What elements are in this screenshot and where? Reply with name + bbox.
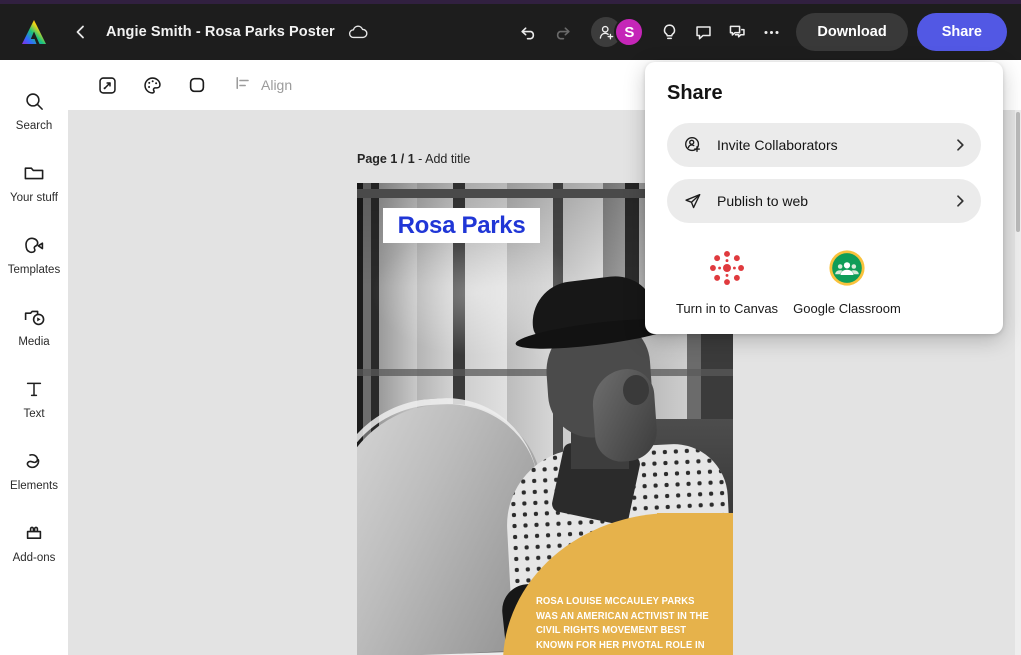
sidebar-item-label: Search [15,120,53,132]
publish-to-web-row[interactable]: Publish to web [667,179,981,223]
sidebar-item-elements[interactable]: Elements [0,434,68,506]
poster-title: Rosa Parks [397,211,526,239]
page-number: Page 1 / 1 [357,152,415,166]
comment-icon[interactable] [686,15,720,49]
sidebar-item-label: Templates [7,264,61,276]
search-icon [24,88,45,114]
google-classroom-tile[interactable]: Google Classroom [787,249,907,316]
redo-icon[interactable] [545,15,579,49]
poster-title-band[interactable]: Rosa Parks [383,208,540,243]
sidebar-item-text[interactable]: Text [0,362,68,434]
avatar[interactable]: S [614,17,645,47]
app-tile-label: Google Classroom [793,301,901,316]
page-title-placeholder[interactable]: - Add title [415,152,470,166]
canvas-logo-icon [708,249,746,292]
sidebar-item-label: Your stuff [10,192,58,204]
align-label: Align [261,77,293,93]
paper-plane-icon [683,191,705,211]
share-panel-title: Share [667,82,723,104]
invite-person-icon [683,135,705,155]
duplicate-icon[interactable] [720,15,754,49]
poster-body-text[interactable]: ROSA LOUISE MCCAULEY PARKS WAS AN AMERIC… [536,595,716,655]
sidebar-item-label: Media [18,336,50,348]
header-actions: S Download Share [511,13,1021,51]
align-button[interactable]: Align [234,74,292,97]
templates-icon [23,232,45,258]
sidebar-item-your-stuff[interactable]: Your stuff [0,146,68,218]
adobe-express-logo[interactable] [16,16,52,48]
turn-in-to-canvas-tile[interactable]: Turn in to Canvas [667,249,787,316]
addons-icon [23,520,45,546]
text-icon [24,376,44,402]
folder-icon [23,160,45,186]
google-classroom-icon [828,249,866,292]
canvas-scrollbar-thumb[interactable] [1016,112,1020,232]
color-palette-icon[interactable] [135,68,169,102]
rounded-square-icon[interactable] [180,68,214,102]
invite-collaborators-row[interactable]: Invite Collaborators [667,123,981,167]
back-button[interactable] [66,17,96,47]
sidebar-item-label: Text [23,408,45,420]
undo-icon[interactable] [511,15,545,49]
sidebar-item-add-ons[interactable]: Add-ons [0,506,68,578]
chevron-right-icon [953,138,967,152]
sidebar-item-label: Add-ons [12,552,56,564]
media-icon [23,304,46,330]
share-row-label: Invite Collaborators [717,137,838,153]
app-tile-label: Turn in to Canvas [675,301,779,316]
share-button[interactable]: Share [916,13,1007,51]
share-app-tiles: Turn in to Canvas Google Classroom [667,249,981,316]
lightbulb-icon[interactable] [652,15,686,49]
sidebar-item-templates[interactable]: Templates [0,218,68,290]
share-row-label: Publish to web [717,193,809,209]
document-title[interactable]: Angie Smith - Rosa Parks Poster [106,24,335,40]
figure-ear [623,375,649,405]
share-popover: Share Invite Collaborators Publish to we… [645,62,1003,334]
sidebar-item-label: Elements [10,480,58,492]
more-options-icon[interactable] [754,15,788,49]
chevron-right-icon [953,194,967,208]
left-sidebar: Search Your stuff Templates Media Text E… [0,60,68,655]
download-button[interactable]: Download [796,13,908,51]
sidebar-item-search[interactable]: Search [0,74,68,146]
resize-icon[interactable] [90,68,124,102]
app-root: Angie Smith - Rosa Parks Poster S Downlo… [0,0,1021,655]
cloud-icon [348,24,368,40]
collaborator-avatars: S [591,17,645,47]
sidebar-item-media[interactable]: Media [0,290,68,362]
page-label[interactable]: Page 1 / 1 - Add title [357,152,470,166]
elements-icon [23,448,45,474]
align-icon [234,74,252,97]
app-header: Angie Smith - Rosa Parks Poster S Downlo… [0,4,1021,60]
